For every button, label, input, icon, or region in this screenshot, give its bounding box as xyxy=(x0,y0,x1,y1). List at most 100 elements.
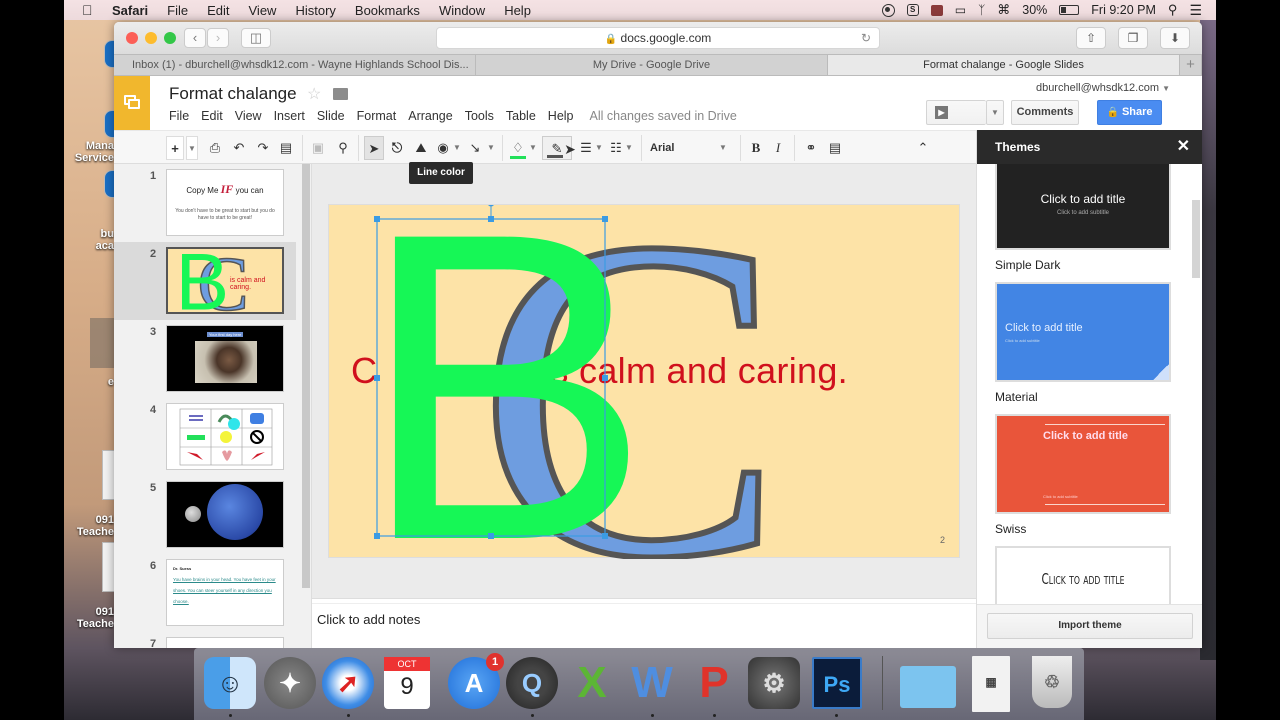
share-button[interactable]: 🔒 Share xyxy=(1097,100,1162,125)
dock-launchpad-icon[interactable]: ✦ xyxy=(264,657,316,709)
link-icon[interactable]: ⚭ xyxy=(800,136,822,160)
line-dropdown[interactable]: ▼ xyxy=(486,136,496,160)
wifi-icon[interactable]: ⌘ xyxy=(997,2,1010,18)
line-weight-dropdown[interactable]: ▼ xyxy=(594,136,604,160)
undo-icon[interactable]: ↶ xyxy=(230,136,248,160)
dock-quicktime-icon[interactable]: Q xyxy=(506,657,558,709)
downloads-icon[interactable]: ⬇ xyxy=(1160,27,1190,49)
menu-table[interactable]: Table xyxy=(506,109,536,123)
close-icon[interactable]: ✕ xyxy=(1177,130,1190,164)
menubar-item-file[interactable]: File xyxy=(167,3,188,18)
filmstrip-slide[interactable]: 7 xyxy=(114,632,296,648)
italic-button[interactable]: I xyxy=(770,136,786,160)
folder-icon[interactable] xyxy=(333,88,348,100)
slide-thumbnail[interactable] xyxy=(166,481,284,548)
theme-card-simple-dark[interactable]: Click to add title Click to add subtitle xyxy=(995,164,1171,250)
select-tool-icon[interactable]: ➤ xyxy=(364,136,384,160)
share-sheet-icon[interactable]: ⇧ xyxy=(1076,27,1106,49)
zoom-fit-icon[interactable]: ▣ xyxy=(309,136,327,160)
menubar-item-edit[interactable]: Edit xyxy=(207,3,229,18)
filmstrip-slide[interactable]: 5 xyxy=(114,476,296,554)
menu-arrange[interactable]: Arrange xyxy=(408,109,452,123)
theme-card-swiss[interactable]: Click to add title Click to add subtitle xyxy=(995,414,1171,514)
theme-card-material[interactable]: Click to add title Click to add subtitle xyxy=(995,282,1171,382)
desktop-selected-file-icon[interactable] xyxy=(90,318,116,368)
minimize-window-button[interactable] xyxy=(145,32,157,44)
letter-b-shape[interactable]: B xyxy=(359,205,651,559)
fill-color-dropdown[interactable]: ▼ xyxy=(528,136,538,160)
dock-system-preferences-icon[interactable]: ⚙ xyxy=(748,657,800,709)
slide-thumbnail[interactable]: Dr. Suess You have brains in your head. … xyxy=(166,559,284,626)
save-status[interactable]: All changes saved in Drive xyxy=(590,109,737,123)
user-account[interactable]: dburchell@whsdk12.com ▼ xyxy=(1036,82,1170,94)
filmstrip-slide[interactable]: 4 xyxy=(114,398,296,476)
battery-icon[interactable] xyxy=(1059,5,1080,15)
apple-menu-icon[interactable]:  xyxy=(82,2,98,18)
menu-view[interactable]: View xyxy=(235,109,262,123)
back-button[interactable]: ‹ xyxy=(184,28,206,48)
comment-icon[interactable]: ▤ xyxy=(826,136,844,160)
line-dash-dropdown[interactable]: ▼ xyxy=(624,136,634,160)
menu-file[interactable]: File xyxy=(169,109,189,123)
forward-button[interactable]: › xyxy=(207,28,229,48)
s-status-icon[interactable]: S xyxy=(906,4,919,16)
filmstrip-slide[interactable]: 3 Your first day here xyxy=(114,320,296,398)
dock-word-icon[interactable]: W xyxy=(626,657,678,709)
menubar-item-view[interactable]: View xyxy=(249,3,277,18)
present-options-button[interactable]: ▼ xyxy=(986,100,1004,125)
dock-trash-icon[interactable]: ♲ xyxy=(1032,656,1072,708)
theme-card-shift[interactable]: Click to add title xyxy=(995,546,1171,604)
airplay-icon[interactable]: ▭ xyxy=(955,3,966,17)
notification-center-icon[interactable]: ☰ xyxy=(1189,2,1202,19)
menu-insert[interactable]: Insert xyxy=(274,109,305,123)
fill-color-icon[interactable]: ♢ xyxy=(508,136,528,160)
menu-format[interactable]: Format xyxy=(357,109,397,123)
menu-slide[interactable]: Slide xyxy=(317,109,345,123)
slide-thumbnail[interactable]: C B is calm and caring. xyxy=(166,247,284,314)
filmstrip-slide[interactable]: 6 Dr. Suess You have brains in your head… xyxy=(114,554,296,632)
app-status-icon[interactable] xyxy=(930,4,943,16)
menubar-item-window[interactable]: Window xyxy=(439,3,485,18)
dock-folder-icon[interactable] xyxy=(900,666,956,708)
dock-photoshop-icon[interactable]: Ps xyxy=(812,657,862,709)
slide-thumbnail[interactable]: Your first day here xyxy=(166,325,284,392)
menubar-item-history[interactable]: History xyxy=(295,3,335,18)
browser-tab-slides[interactable]: Format chalange - Google Slides xyxy=(828,55,1180,75)
sidebar-toggle-icon[interactable]: ◫ xyxy=(241,28,271,48)
tabs-overview-icon[interactable]: ❐ xyxy=(1118,27,1148,49)
zoom-icon[interactable]: ⚲ xyxy=(334,136,352,160)
clock[interactable]: Fri 9:20 PM xyxy=(1091,3,1156,17)
bluetooth-icon[interactable]: ᛉ xyxy=(978,3,985,17)
line-icon[interactable]: ↘ xyxy=(466,136,484,160)
filmstrip-slide-selected[interactable]: 2 C B is calm and caring. xyxy=(114,242,296,320)
themes-scrollbar[interactable] xyxy=(1192,200,1200,278)
dock-calendar-icon[interactable]: OCT 9 xyxy=(384,657,430,709)
comments-button[interactable]: Comments xyxy=(1011,100,1079,125)
slide-thumbnail[interactable] xyxy=(166,403,284,470)
new-tab-button[interactable]: + xyxy=(1180,55,1202,75)
menubar-item-bookmarks[interactable]: Bookmarks xyxy=(355,3,420,18)
slides-logo-icon[interactable] xyxy=(114,76,150,130)
text-box-icon[interactable]: ⎋ xyxy=(388,136,406,160)
filmstrip-slide[interactable]: 1 Copy Me IF you can You don't have to b… xyxy=(114,164,296,242)
present-button[interactable]: ▶Present xyxy=(926,100,986,141)
dock-app-store-icon[interactable]: A1 xyxy=(448,653,504,709)
shape-dropdown[interactable]: ▼ xyxy=(452,136,462,160)
new-slide-layout-dropdown[interactable]: ▼ xyxy=(186,136,198,160)
document-title[interactable]: Format chalange xyxy=(169,84,297,104)
address-bar[interactable]: 🔒 docs.google.com ↻ xyxy=(436,27,880,49)
dock-excel-icon[interactable]: X xyxy=(566,657,618,709)
redo-icon[interactable]: ↷ xyxy=(254,136,272,160)
slide-thumbnail[interactable]: Copy Me IF you can You don't have to be … xyxy=(166,169,284,236)
print-icon[interactable]: ⎙ xyxy=(206,136,224,160)
import-theme-button[interactable]: Import theme xyxy=(987,613,1193,639)
menubar-item-help[interactable]: Help xyxy=(504,3,531,18)
speaker-notes[interactable]: Click to add notes xyxy=(312,604,976,648)
spotlight-search-icon[interactable]: ⚲ xyxy=(1168,2,1178,18)
paint-format-icon[interactable]: ▤ xyxy=(277,136,295,160)
slide[interactable]: C C is calm and caring. B 2 xyxy=(328,204,960,559)
font-dropdown[interactable]: ▼ xyxy=(718,136,728,160)
star-icon[interactable]: ☆ xyxy=(307,84,321,104)
image-icon[interactable]: ⛰ xyxy=(412,136,430,160)
menu-edit[interactable]: Edit xyxy=(201,109,223,123)
